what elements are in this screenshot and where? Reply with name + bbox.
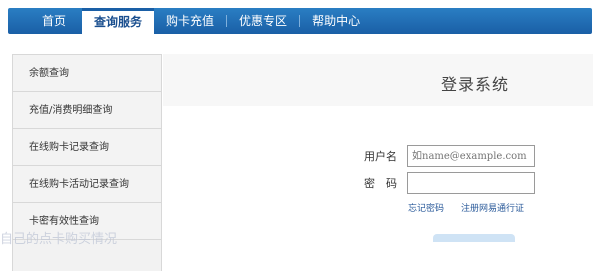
login-button[interactable] [433,234,515,242]
username-label: 用户名 [364,150,397,163]
password-input[interactable] [407,172,535,194]
nav-buy-recharge[interactable]: 购卡充值 [154,8,226,34]
nav-help-center[interactable]: 帮助中心 [300,8,372,34]
main-nav: 首页 查询服务 购卡充值 优惠专区 帮助中心 [8,8,592,34]
sidebar-item-activity-record[interactable]: 在线购卡活动记录查询 [13,166,161,203]
login-panel: 登录系统 用户名 密 码 忘记密码 注册网易通行证 [163,54,593,271]
nav-promotions[interactable]: 优惠专区 [227,8,299,34]
register-link[interactable]: 注册网易通行证 [461,201,524,214]
watermark-caption: 自己的点卡购买情况 [0,232,118,247]
nav-home[interactable]: 首页 [8,8,82,34]
page-title: 登录系统 [441,75,510,94]
forgot-password-link[interactable]: 忘记密码 [408,201,444,214]
top-bar: 首页 查询服务 购卡充值 优惠专区 帮助中心 [0,0,600,40]
password-label: 密 码 [364,177,397,190]
username-input[interactable] [407,145,535,167]
login-header: 登录系统 [163,54,593,106]
sidebar-item-balance[interactable]: 余额查询 [13,55,161,92]
sidebar-item-transaction-detail[interactable]: 充值/消费明细查询 [13,92,161,129]
sidebar-item-purchase-record[interactable]: 在线购卡记录查询 [13,129,161,166]
nav-query-service[interactable]: 查询服务 [82,8,155,34]
